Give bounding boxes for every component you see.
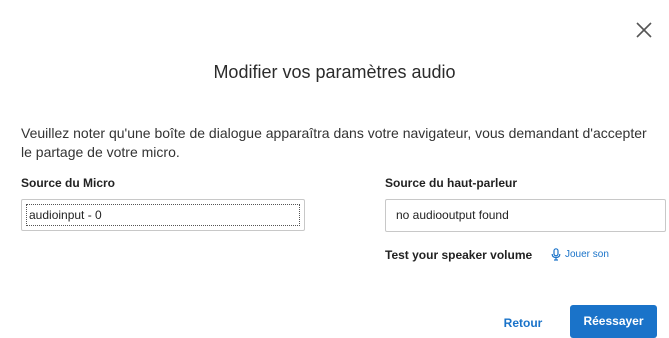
retry-button[interactable]: Réessayer [570, 305, 657, 338]
play-sound-link[interactable]: Jouer son [551, 248, 609, 261]
dialog-title: Modifier vos paramètres audio [213, 62, 456, 82]
play-sound-label: Jouer son [565, 249, 609, 260]
microphone-source-label: Source du Micro [21, 176, 116, 190]
back-button[interactable]: Retour [494, 308, 552, 338]
close-button[interactable] [634, 20, 654, 40]
microphone-icon [551, 248, 561, 261]
permission-notice: Veuillez noter qu'une boîte de dialogue … [21, 125, 647, 160]
speaker-source-label: Source du haut-parleur [385, 176, 518, 190]
audio-settings-dialog: Modifier vos paramètres audio Veuillez n… [0, 0, 669, 338]
microphone-source-select[interactable]: audioinput - 0 [21, 199, 305, 231]
speaker-source-select[interactable]: no audiooutput found [385, 199, 666, 232]
close-icon [636, 22, 652, 38]
speaker-test-label: Test your speaker volume [385, 248, 533, 262]
microphone-source-value: audioinput - 0 [26, 204, 300, 226]
